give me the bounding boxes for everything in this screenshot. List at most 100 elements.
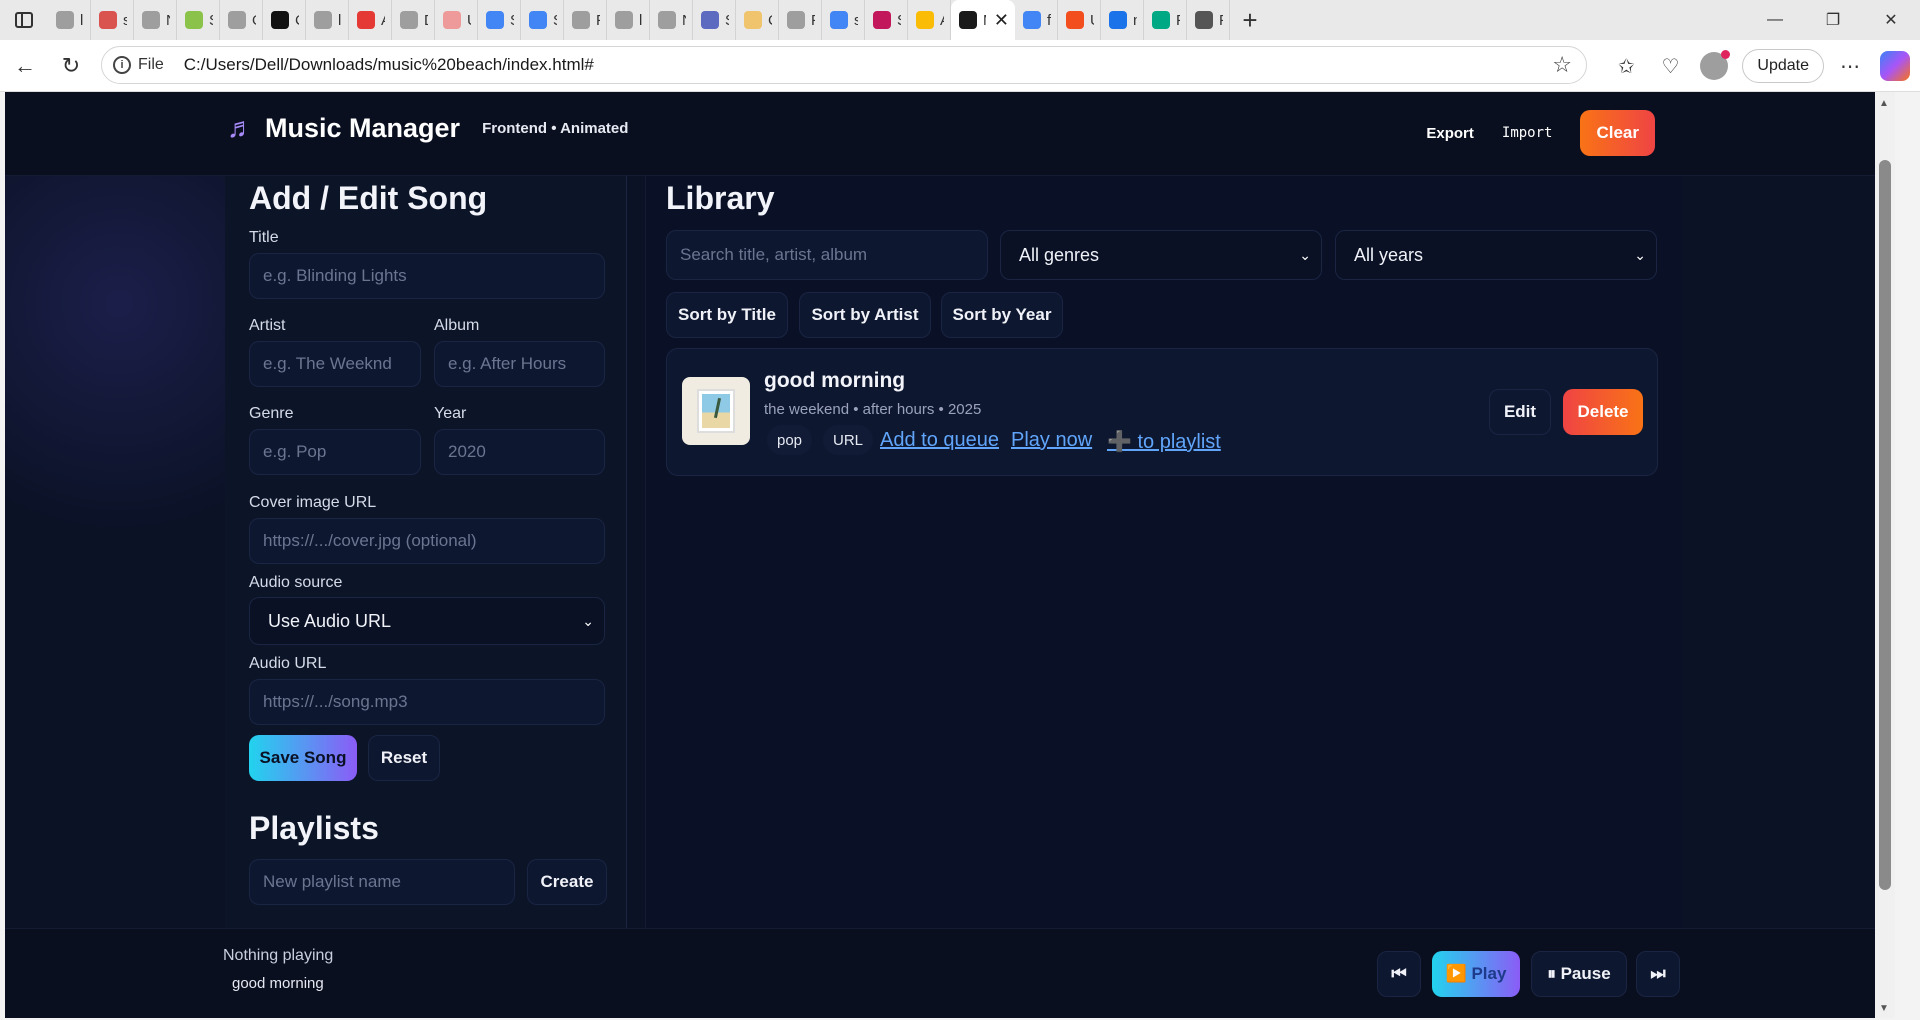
tab[interactable]: loc	[607, 0, 650, 40]
tab-label: Po	[596, 12, 600, 29]
artist-input[interactable]: e.g. The Weeknd	[249, 341, 421, 387]
restore-icon[interactable]: ❐	[1804, 0, 1862, 40]
close-window-icon[interactable]: ✕	[1862, 0, 1920, 40]
scrollbar-thumb[interactable]	[1879, 160, 1891, 890]
new-tab-icon[interactable]: +	[1230, 0, 1270, 40]
genre-input[interactable]: e.g. Pop	[249, 429, 421, 475]
tab-active[interactable]: Mu ✕	[951, 0, 1015, 40]
tab[interactable]: loc	[48, 0, 91, 40]
tab-label: Se	[725, 12, 729, 29]
tab[interactable]: Dc	[392, 0, 435, 40]
search-input[interactable]: Search title, artist, album	[666, 230, 988, 280]
tab[interactable]: ne	[1101, 0, 1144, 40]
album-label: Album	[434, 317, 480, 334]
tab-label: spi	[123, 12, 127, 29]
create-playlist-button[interactable]: Create	[527, 859, 607, 905]
bookmark-star-icon[interactable]: ☆	[1552, 52, 1572, 78]
title-input[interactable]: e.g. Blinding Lights	[249, 253, 605, 299]
copilot-icon[interactable]	[1880, 51, 1910, 81]
tab-label: Sig	[510, 12, 514, 29]
page-scrollbar[interactable]: ▲ ▼	[1875, 92, 1895, 1018]
import-button[interactable]: Import	[1502, 125, 1553, 141]
year-filter-select[interactable]: All years ⌄	[1335, 230, 1657, 280]
playlist-name-input[interactable]: New playlist name	[249, 859, 515, 905]
play-button[interactable]: ▶️ Play	[1432, 951, 1520, 997]
add-to-queue-link[interactable]: Add to queue	[880, 429, 999, 452]
tab-label: Sp	[209, 12, 213, 29]
tab-label: Ur	[467, 12, 471, 29]
profile-avatar[interactable]	[1692, 44, 1736, 88]
queue-item[interactable]: good morning	[232, 975, 324, 992]
pause-button[interactable]: ⏸ Pause	[1531, 951, 1627, 997]
more-menu-icon[interactable]: ⋯	[1828, 44, 1872, 88]
play-now-link[interactable]: Play now	[1011, 429, 1092, 452]
favicon-icon	[830, 11, 848, 29]
tab[interactable]: Pe	[1187, 0, 1230, 40]
reload-icon[interactable]: ↻	[48, 43, 94, 89]
tab[interactable]: Ol	[220, 0, 263, 40]
add-to-playlist-link[interactable]: ➕ to playlist	[1107, 429, 1221, 454]
close-tab-icon[interactable]: ✕	[994, 10, 1009, 31]
tab[interactable]: Ur	[435, 0, 478, 40]
tab[interactable]: Ur	[1058, 0, 1101, 40]
address-toolbar: ← ↻ i File C:/Users/Dell/Downloads/music…	[0, 40, 1920, 92]
next-track-icon[interactable]: ⏭	[1636, 951, 1680, 997]
favicon-icon	[99, 11, 117, 29]
export-button[interactable]: Export	[1426, 125, 1474, 142]
tab[interactable]: Sig	[521, 0, 564, 40]
tab[interactable]: Po	[564, 0, 607, 40]
favicon-icon	[443, 11, 461, 29]
save-song-button[interactable]: Save Song	[249, 735, 357, 781]
title-label: Title	[249, 229, 279, 246]
tab[interactable]: Sti	[865, 0, 908, 40]
tab[interactable]: fig	[1015, 0, 1058, 40]
music-note-icon: ♬	[227, 112, 255, 143]
tab-actions-icon[interactable]	[0, 0, 48, 40]
tab[interactable]: AB	[908, 0, 951, 40]
cover-url-input[interactable]: https://.../cover.jpg (optional)	[249, 518, 605, 564]
tab[interactable]: Sig	[478, 0, 521, 40]
favorites-icon[interactable]: ✩	[1604, 44, 1648, 88]
scroll-down-icon[interactable]: ▼	[1879, 1003, 1889, 1014]
back-icon[interactable]: ←	[2, 43, 48, 89]
sort-by-year-button[interactable]: Sort by Year	[941, 292, 1063, 338]
reset-button[interactable]: Reset	[368, 735, 440, 781]
tab[interactable]: loc	[306, 0, 349, 40]
address-bar[interactable]: i File C:/Users/Dell/Downloads/music%20b…	[101, 46, 1587, 84]
tab-label: Cr	[295, 12, 299, 29]
favicon-icon	[228, 11, 246, 29]
file-label: File	[138, 56, 164, 73]
url-text[interactable]: C:/Users/Dell/Downloads/music%20beach/in…	[184, 55, 594, 75]
scroll-up-icon[interactable]: ▲	[1879, 98, 1889, 109]
previous-track-icon[interactable]: ⏮	[1377, 951, 1421, 997]
delete-button[interactable]: Delete	[1563, 389, 1643, 435]
tab[interactable]: spi	[91, 0, 134, 40]
sort-by-artist-button[interactable]: Sort by Artist	[799, 292, 931, 338]
sort-by-title-button[interactable]: Sort by Title	[666, 292, 788, 338]
window-controls: — ❐ ✕	[1746, 0, 1920, 40]
browser-essentials-icon[interactable]: ♡	[1648, 44, 1692, 88]
genre-filter-select[interactable]: All genres ⌄	[1000, 230, 1322, 280]
year-input[interactable]: 2020	[434, 429, 605, 475]
tab[interactable]: Pe	[779, 0, 822, 40]
genre-chip: pop	[767, 425, 813, 455]
clear-button[interactable]: Clear	[1580, 110, 1655, 156]
tab[interactable]: Ne	[134, 0, 177, 40]
tab[interactable]: Ne	[650, 0, 693, 40]
favicon-icon	[271, 11, 289, 29]
update-button[interactable]: Update	[1742, 49, 1824, 83]
tab[interactable]: An	[349, 0, 392, 40]
minimize-icon[interactable]: —	[1746, 0, 1804, 40]
library-panel: Library Search title, artist, album All …	[645, 176, 1682, 936]
tab[interactable]: Se	[693, 0, 736, 40]
audio-url-input[interactable]: https://.../song.mp3	[249, 679, 605, 725]
tab[interactable]: Cr	[263, 0, 306, 40]
tab[interactable]: Ca	[736, 0, 779, 40]
album-input[interactable]: e.g. After Hours	[434, 341, 605, 387]
edit-button[interactable]: Edit	[1489, 389, 1551, 435]
tab[interactable]: Pr	[1144, 0, 1187, 40]
tab[interactable]: sti	[822, 0, 865, 40]
audio-source-select[interactable]: Use Audio URL ⌄	[249, 597, 605, 645]
info-icon[interactable]: i	[113, 56, 131, 74]
tab[interactable]: Sp	[177, 0, 220, 40]
